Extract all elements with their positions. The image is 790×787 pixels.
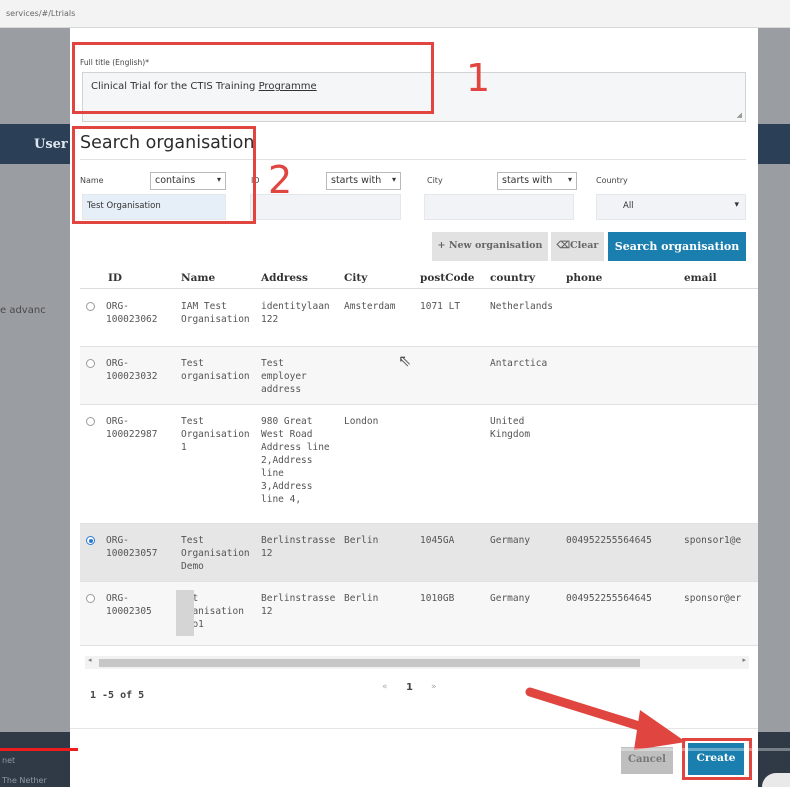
cell-id: ORG- 100023032 [106, 358, 158, 382]
table-row[interactable]: ORG- 100023032 Test organisation Test em… [80, 347, 758, 405]
clear-button[interactable]: ⌫Clear [551, 232, 604, 261]
resize-grip-icon[interactable]: ◢ [737, 111, 742, 119]
column-header-city[interactable]: City [344, 272, 367, 284]
row-select-radio[interactable] [86, 359, 95, 368]
cell-country: United Kingdom [490, 416, 531, 440]
chevron-down-icon: ▾ [734, 200, 739, 210]
cell-name: Test Organisation Demo [181, 535, 250, 572]
cell-address: Test employer address [261, 358, 307, 395]
background-user-menu: User [34, 137, 68, 152]
clear-button-label: Clear [570, 240, 599, 251]
chevron-down-icon: ▾ [567, 175, 572, 184]
id-operator-select[interactable]: starts with ▾ [326, 172, 401, 190]
id-operator-value: starts with [331, 175, 382, 186]
city-operator-select[interactable]: starts with ▾ [497, 172, 577, 190]
column-header-country[interactable]: country [490, 272, 535, 284]
cell-id: ORG- 100023057 [106, 535, 158, 559]
new-organisation-button[interactable]: + New organisation [432, 232, 548, 261]
row-select-radio[interactable] [86, 302, 95, 311]
column-header-address[interactable]: Address [261, 272, 308, 284]
chevron-down-icon: ▾ [391, 175, 396, 184]
cell-address: Berlinstrasse 12 [261, 535, 336, 559]
background-footer-country: The Nether [2, 776, 47, 785]
row-select-radio-checked[interactable] [86, 536, 95, 545]
pagination-current-page[interactable]: 1 [406, 682, 413, 693]
browser-url-bar[interactable]: services/#/Ltrials [0, 0, 790, 28]
video-buffer-bar [78, 748, 462, 751]
background-footer-text: net [2, 756, 16, 765]
column-header-id[interactable]: ID [108, 272, 122, 284]
table-horizontal-scrollbar[interactable]: ◂ ▸ [85, 656, 749, 669]
cell-city: Berlin [344, 593, 379, 604]
scroll-right-arrow-icon[interactable]: ▸ [742, 656, 746, 664]
search-organisation-button[interactable]: Search organisation [608, 232, 746, 261]
annotation-box-2 [72, 126, 256, 224]
blurred-region [176, 590, 194, 636]
cell-id: ORG- 10002305 [106, 593, 152, 617]
column-header-email[interactable]: email [684, 272, 717, 284]
cell-id: ORG- 100023062 [106, 301, 158, 325]
cell-address: 980 Great West Road Address line 2,Addre… [261, 416, 330, 505]
background-advanced-search-link: e advanc [0, 305, 46, 316]
cell-country: Germany [490, 593, 531, 604]
table-row[interactable]: ORG- 100022987 Test Organisation 1 980 G… [80, 405, 758, 524]
cell-city: Amsterdam [344, 301, 396, 312]
cell-email: sponsor@er [684, 593, 742, 604]
cell-name: IAM Test Organisation [181, 301, 250, 325]
cell-id: ORG- 100022987 [106, 416, 158, 440]
cell-city: London [344, 416, 379, 427]
cell-email: sponsor1@e [684, 535, 742, 546]
pagination-next[interactable]: » [431, 682, 437, 692]
city-filter-input[interactable] [424, 194, 574, 220]
cell-country: Germany [490, 535, 531, 546]
table-row[interactable]: ORG- 10002305 est rganisation emo1 Berli… [80, 582, 758, 646]
cell-postcode: 1071 LT [420, 301, 461, 312]
scroll-left-arrow-icon[interactable]: ◂ [88, 656, 92, 664]
annotation-number-2: 2 [268, 158, 293, 202]
cell-country: Antarctica [490, 358, 548, 369]
cell-phone: 004952255564645 [566, 535, 652, 546]
row-select-radio[interactable] [86, 417, 95, 426]
column-header-name[interactable]: Name [181, 272, 215, 284]
results-count: 1 -5 of 5 [90, 690, 145, 701]
cell-country: Netherlands [490, 301, 553, 312]
country-filter-label: Country [596, 176, 628, 185]
column-header-postcode[interactable]: postCode [420, 272, 475, 284]
column-header-phone[interactable]: phone [566, 272, 602, 284]
pagination-prev[interactable]: « [382, 682, 388, 692]
scrollbar-thumb[interactable] [99, 659, 640, 667]
clear-icon: ⌫ [556, 240, 571, 251]
country-value: All [623, 201, 634, 211]
results-table-header: ID Name Address City postCode country ph… [80, 265, 758, 289]
row-select-radio[interactable] [86, 594, 95, 603]
cell-postcode: 1045GA [420, 535, 455, 546]
cell-name: Test organisation [181, 358, 250, 382]
url-text: services/#/Ltrials [6, 9, 76, 18]
cell-phone: 004952255564645 [566, 593, 652, 604]
city-operator-value: starts with [502, 175, 553, 186]
table-row-selected[interactable]: ORG- 100023057 Test Organisation Demo Be… [80, 524, 758, 582]
cell-postcode: 1010GB [420, 593, 455, 604]
country-select[interactable]: All ▾ [596, 194, 746, 220]
cell-city: Berlin [344, 535, 379, 546]
mouse-cursor-icon: ⇖ [398, 351, 412, 370]
city-filter-label: City [427, 176, 443, 185]
video-progress-played[interactable] [0, 748, 78, 751]
table-row[interactable]: ORG- 100023062 IAM Test Organisation ide… [80, 290, 758, 347]
cell-address: identitylaan 122 [261, 301, 330, 325]
cell-address: Berlinstrasse 12 [261, 593, 336, 617]
cell-name: Test Organisation 1 [181, 416, 250, 453]
annotation-box-1 [72, 42, 434, 114]
background-navbar-right [758, 124, 790, 164]
annotation-number-1: 1 [466, 56, 491, 100]
